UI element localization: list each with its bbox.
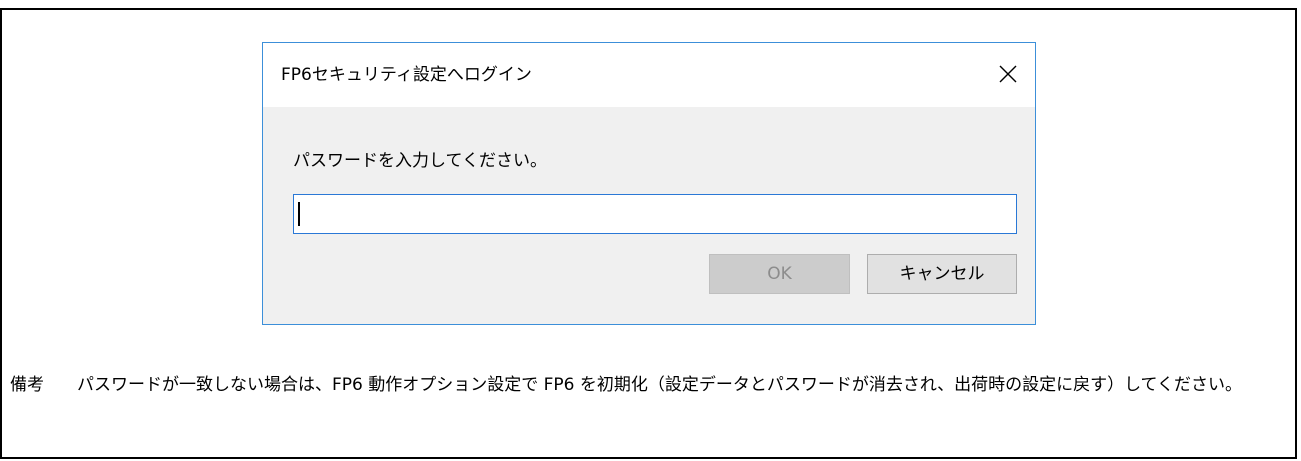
password-input[interactable] <box>293 194 1017 234</box>
text-caret <box>298 202 300 226</box>
ok-button[interactable]: OK <box>709 254 850 294</box>
dialog-title: FP6セキュリティ設定へログイン <box>281 65 532 85</box>
password-prompt: パスワードを入力してください。 <box>293 151 547 171</box>
cancel-button[interactable]: キャンセル <box>867 254 1017 294</box>
note-text: パスワードが一致しない場合は、FP6 動作オプション設定で FP6 を初期化（設… <box>77 375 1243 395</box>
dialog-titlebar: FP6セキュリティ設定へログイン <box>263 43 1035 107</box>
close-button[interactable] <box>987 53 1029 95</box>
close-icon <box>999 65 1017 83</box>
note-label: 備考 <box>10 375 44 395</box>
login-dialog: FP6セキュリティ設定へログイン パスワードを入力してください。 OK キャンセ… <box>262 42 1036 325</box>
